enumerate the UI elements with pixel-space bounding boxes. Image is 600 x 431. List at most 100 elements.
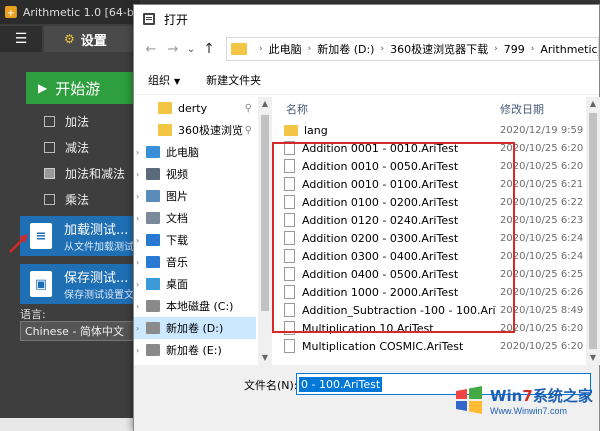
nav-item[interactable]: › 音乐 (134, 251, 256, 273)
breadcrumb-item[interactable]: 新加卷 (D:) (317, 41, 374, 57)
chevron-right-icon: › (259, 44, 263, 54)
load-test-button[interactable]: ≡ 加载测试... 从文件加载测试 (20, 216, 140, 256)
folder-icon (158, 102, 172, 114)
expand-chevron-icon[interactable]: › (136, 148, 146, 157)
file-row[interactable]: lang 2020/12/19 9:59 (274, 121, 586, 139)
expand-chevron-icon[interactable]: › (136, 302, 146, 311)
checkbox[interactable] (44, 167, 55, 179)
file-icon (284, 231, 295, 245)
pictures-icon (146, 190, 160, 202)
file-date: 2020/10/25 6:20 (500, 322, 584, 334)
scroll-up-icon[interactable]: ▲ (586, 97, 600, 111)
scroll-thumb[interactable] (261, 115, 269, 311)
scroll-up-icon[interactable]: ▲ (258, 97, 272, 111)
nav-item-label: 视频 (166, 168, 188, 181)
expand-chevron-icon[interactable]: › (136, 324, 146, 333)
back-button[interactable]: ← (140, 38, 162, 60)
column-name-header[interactable]: 名称 (274, 101, 496, 117)
file-scrollbar[interactable]: ▲ ▼ (586, 97, 600, 365)
nav-item-label: 下载 (166, 234, 188, 247)
scroll-down-icon[interactable]: ▼ (258, 351, 272, 365)
file-row[interactable]: Addition 0001 - 0010.AriTest 2020/10/25 6… (274, 139, 586, 157)
file-name: Addition 0010 - 0100.AriTest (302, 177, 459, 191)
expand-chevron-icon[interactable]: › (136, 346, 146, 355)
file-row[interactable]: Addition 0010 - 0100.AriTest 2020/10/25 6… (274, 175, 586, 193)
nav-item[interactable]: › 视频 (134, 163, 256, 185)
nav-item[interactable]: › 此电脑 (134, 141, 256, 163)
file-name-cell: Addition 0100 - 0200.AriTest (274, 195, 496, 209)
operation-list: 加法 减法 加法和减法 乘法 (44, 108, 140, 212)
breadcrumb-item[interactable]: 799 (504, 43, 525, 56)
chevron-right-icon: › (307, 44, 312, 54)
op-subtraction[interactable]: 减法 (44, 134, 140, 160)
op-multiplication[interactable]: 乘法 (44, 186, 140, 212)
settings-tab[interactable]: ⚙ 设置 (44, 26, 140, 52)
expand-chevron-icon[interactable]: › (136, 214, 146, 223)
op-label: 加法 (65, 114, 90, 129)
expand-chevron-icon[interactable]: › (136, 236, 146, 245)
file-row[interactable]: Addition 1000 - 2000.AriTest 2020/10/25 6… (274, 283, 586, 301)
computer-icon (146, 146, 160, 158)
file-row[interactable]: Addition 0120 - 0240.AriTest 2020/10/25 6… (274, 211, 586, 229)
scroll-thumb[interactable] (589, 113, 597, 349)
expand-chevron-icon[interactable]: › (136, 258, 146, 267)
expand-chevron-icon[interactable]: › (136, 170, 146, 179)
breadcrumb-item[interactable]: 360极速浏览器下载 (390, 41, 488, 57)
breadcrumb-item[interactable]: Arithmetic_wi (540, 43, 598, 56)
nav-item[interactable]: derty ⚲ (134, 97, 256, 119)
save-test-button[interactable]: ▣ 保存测试... 保存测试设置文 (20, 264, 140, 304)
checkbox[interactable] (44, 141, 55, 153)
gear-icon: ⚙ (64, 32, 75, 46)
address-bar[interactable]: › 此电脑 › 新加卷 (D:) › 360极速浏览器下载 › 799 › Ar… (226, 37, 599, 61)
file-icon (284, 303, 295, 317)
floppy-disk-icon: ▣ (30, 271, 52, 297)
file-name-cell: Addition 0400 - 0500.AriTest (274, 267, 496, 281)
nav-scrollbar[interactable]: ▲ ▼ (258, 97, 272, 365)
app-title: Arithmetic 1.0 [64-bit (22, 5, 140, 19)
nav-item-label: 图片 (166, 190, 188, 203)
file-row[interactable]: Addition 0010 - 0050.AriTest 2020/10/25 6… (274, 157, 586, 175)
nav-item[interactable]: › 图片 (134, 185, 256, 207)
nav-item[interactable]: › 新加卷 (D:) (134, 317, 256, 339)
column-date-header[interactable]: 修改日期 (496, 101, 544, 117)
file-date: 2020/10/25 6:23 (500, 214, 584, 226)
dialog-titlebar: 打开 (134, 5, 599, 33)
recent-locations-button[interactable]: ⌄ (184, 38, 198, 60)
pin-icon: ⚲ (244, 102, 252, 114)
file-date: 2020/10/25 6:20 (500, 142, 584, 154)
file-name-cell: Addition 0200 - 0300.AriTest (274, 231, 496, 245)
breadcrumb-item[interactable]: 此电脑 (269, 41, 302, 57)
file-row[interactable]: Addition 0200 - 0300.AriTest 2020/10/25 6… (274, 229, 586, 247)
file-row[interactable]: Addition_Subtraction -100 - 100.AriTe...… (274, 301, 586, 319)
file-row[interactable]: Multiplication 10.AriTest 2020/10/25 6:20 (274, 319, 586, 337)
new-folder-button[interactable]: 新建文件夹 (206, 72, 261, 88)
hamburger-menu-button[interactable]: ☰ (0, 26, 42, 52)
nav-item[interactable]: 360极速浏览 ⚲ (134, 119, 256, 141)
scroll-down-icon[interactable]: ▼ (586, 351, 600, 365)
op-addition[interactable]: 加法 (44, 108, 140, 134)
checkbox[interactable] (44, 193, 55, 205)
nav-item[interactable]: › 下载 (134, 229, 256, 251)
chevron-right-icon: › (380, 44, 385, 54)
up-button[interactable]: ↑ (198, 38, 220, 60)
nav-item[interactable]: › 新加卷 (E:) (134, 339, 256, 361)
file-icon (284, 159, 295, 173)
file-row[interactable]: Addition 0100 - 0200.AriTest 2020/10/25 6… (274, 193, 586, 211)
nav-item[interactable]: › 桌面 (134, 273, 256, 295)
start-game-button[interactable]: ▶ 开始游 (26, 72, 140, 104)
checkbox[interactable] (44, 115, 55, 127)
expand-chevron-icon[interactable]: › (136, 280, 146, 289)
organize-menu[interactable]: 组织 ▼ (148, 72, 180, 88)
file-row[interactable]: Multiplication COSMIC.AriTest 2020/10/25 … (274, 337, 586, 355)
nav-item[interactable]: › 本地磁盘 (C:) (134, 295, 256, 317)
file-name: Addition_Subtraction -100 - 100.AriTe... (302, 303, 496, 317)
file-icon (284, 213, 295, 227)
file-row[interactable]: Addition 0300 - 0400.AriTest 2020/10/25 6… (274, 247, 586, 265)
expand-chevron-icon[interactable]: › (136, 192, 146, 201)
file-row[interactable]: Addition 0400 - 0500.AriTest 2020/10/25 6… (274, 265, 586, 283)
language-select[interactable]: Chinese - 简体中文 (20, 321, 140, 341)
forward-button[interactable]: → (162, 38, 184, 60)
nav-item[interactable]: › 文档 (134, 207, 256, 229)
arithmetic-app-window: + Arithmetic 1.0 [64-bit ☰ ⚙ 设置 ▶ 开始游 加法 减… (0, 0, 140, 431)
op-add-sub[interactable]: 加法和减法 (44, 160, 140, 186)
